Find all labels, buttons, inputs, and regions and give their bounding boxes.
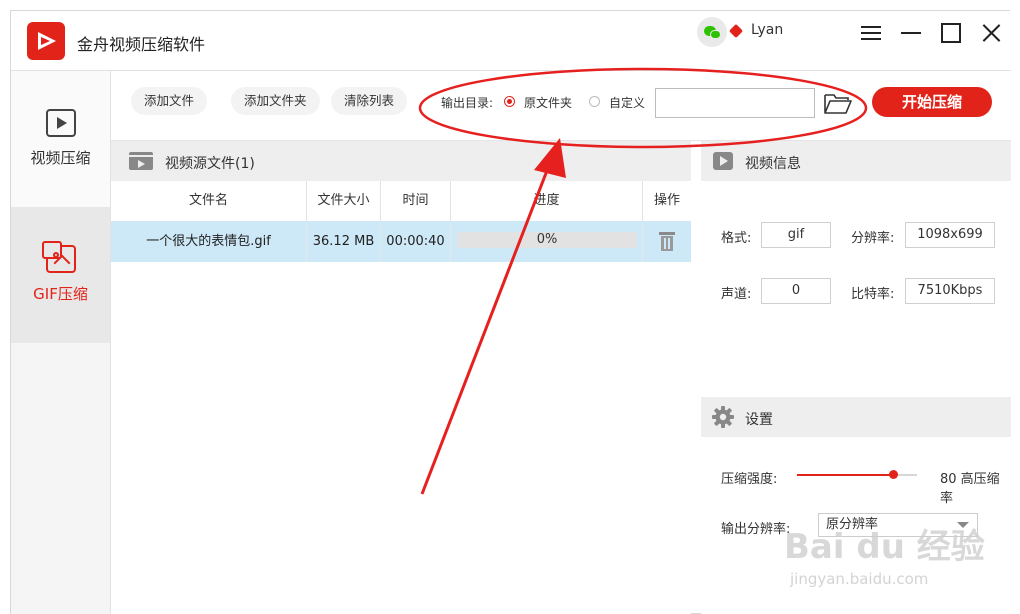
info-panel: 视频信息 格式: gif 分辨率: 1098x699 声道: 0 比特率: 75… <box>701 141 1011 614</box>
slider-fill <box>797 474 893 476</box>
output-resolution-label: 输出分辨率: <box>721 522 791 537</box>
title-bar: 金舟视频压缩软件 Lyan <box>11 11 1011 71</box>
original-folder-radio[interactable] <box>504 96 515 107</box>
toolbar: 添加文件 添加文件夹 清除列表 输出目录: 原文件夹 自定义 开始压缩 <box>111 71 1011 141</box>
app-logo-icon <box>27 22 65 60</box>
progress-text: 0% <box>536 232 558 247</box>
bitrate-value: 7510Kbps <box>905 278 995 304</box>
close-button[interactable] <box>979 21 1003 45</box>
settings-header: 设置 <box>701 397 1011 437</box>
video-info-icon <box>713 152 733 170</box>
minimize-button[interactable] <box>899 21 923 45</box>
column-header-action: 操作 <box>643 181 691 221</box>
sidebar: 视频压缩 GIF压缩 <box>11 71 111 614</box>
output-dir-label: 输出目录: <box>441 96 494 110</box>
resolution-value: 1098x699 <box>905 222 995 248</box>
file-size: 36.12 MB <box>307 221 381 262</box>
start-compress-button[interactable]: 开始压缩 <box>872 87 992 117</box>
column-header-time: 时间 <box>381 181 451 221</box>
video-play-icon <box>46 109 76 137</box>
video-info-title: 视频信息 <box>745 156 801 172</box>
output-resolution-value: 原分辨率 <box>826 517 879 532</box>
column-header-progress: 进度 <box>451 181 643 221</box>
sidebar-item-gif-compress[interactable]: GIF压缩 <box>11 207 110 343</box>
slider-handle[interactable] <box>889 470 898 479</box>
sidebar-item-label: 视频压缩 <box>30 149 91 167</box>
channel-value: 0 <box>761 278 831 304</box>
file-duration: 00:00:40 <box>381 221 451 262</box>
film-icon <box>129 152 153 170</box>
compress-strength-label: 压缩强度: <box>721 472 778 487</box>
folder-open-icon[interactable] <box>824 92 852 114</box>
file-list-title: 视频源文件(1) <box>165 156 255 172</box>
original-folder-label[interactable]: 原文件夹 <box>524 94 572 111</box>
wechat-icon[interactable] <box>697 17 727 47</box>
video-info-header: 视频信息 <box>701 141 1011 181</box>
clear-list-button[interactable]: 清除列表 <box>331 87 408 115</box>
file-name: 一个很大的表情包.gif <box>111 221 307 262</box>
custom-folder-label[interactable]: 自定义 <box>609 94 645 111</box>
gif-image-icon <box>42 241 76 273</box>
format-value: gif <box>761 222 831 248</box>
trash-icon[interactable] <box>659 232 675 252</box>
vip-icon <box>728 23 744 39</box>
column-header-size: 文件大小 <box>307 181 381 221</box>
custom-folder-radio[interactable] <box>589 96 600 107</box>
gear-icon <box>712 406 734 428</box>
bitrate-label: 比特率: <box>851 287 895 302</box>
app-title: 金舟视频压缩软件 <box>77 35 206 54</box>
format-label: 格式: <box>721 231 752 246</box>
output-resolution-select[interactable]: 原分辨率 <box>818 513 978 537</box>
menu-button[interactable] <box>859 21 883 45</box>
username[interactable]: Lyan <box>751 22 783 38</box>
channel-label: 声道: <box>721 287 752 302</box>
compress-strength-slider[interactable] <box>797 470 917 479</box>
maximize-button[interactable] <box>939 21 963 45</box>
add-file-button[interactable]: 添加文件 <box>131 87 208 115</box>
output-path-input[interactable] <box>655 88 815 118</box>
sidebar-item-video-compress[interactable]: 视频压缩 <box>11 71 110 207</box>
resolution-label: 分辨率: <box>851 231 895 246</box>
table-row[interactable]: 一个很大的表情包.gif 36.12 MB 00:00:40 0% <box>111 221 691 262</box>
chevron-down-icon <box>957 522 969 528</box>
app-window: 金舟视频压缩软件 Lyan 视频压缩 GIF压缩 添加文件 添加文件夹 清除列表… <box>10 10 1011 614</box>
column-header-name: 文件名 <box>111 181 307 221</box>
add-folder-button[interactable]: 添加文件夹 <box>231 87 320 115</box>
file-list-header: 视频源文件(1) <box>111 141 691 181</box>
compress-strength-value: 80 高压缩率 <box>940 472 1000 506</box>
settings-title: 设置 <box>745 412 773 428</box>
sidebar-item-label: GIF压缩 <box>33 285 88 303</box>
file-list-panel: 视频源文件(1) 文件名 文件大小 时间 进度 操作 一个很大的表情包.gif … <box>111 141 691 614</box>
